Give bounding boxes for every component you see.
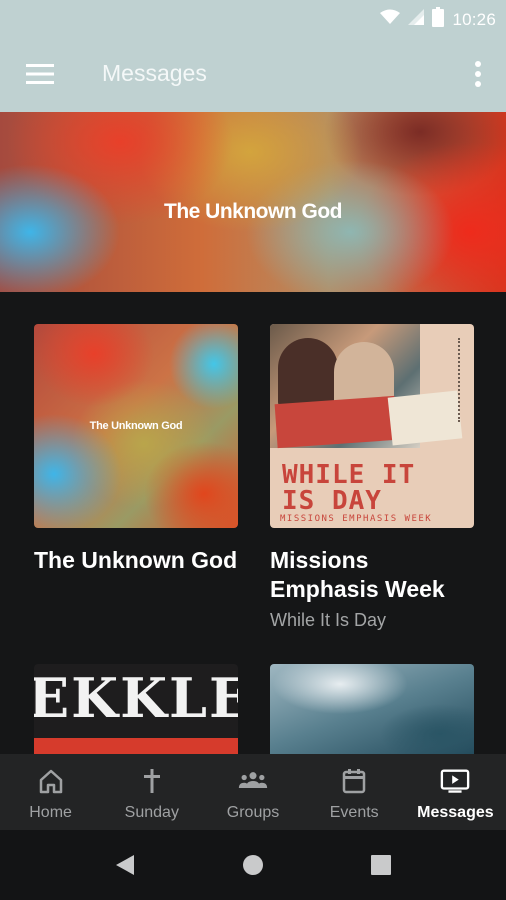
overflow-menu-button[interactable] <box>472 60 484 88</box>
back-button[interactable] <box>114 854 136 881</box>
note-paper <box>387 390 463 446</box>
tv-icon <box>440 766 470 796</box>
recents-square-icon <box>371 855 391 875</box>
nav-item-groups[interactable]: Groups <box>202 754 303 830</box>
decorative-vertical-text <box>458 338 468 422</box>
thumbnail-text: EKKLE <box>34 666 238 730</box>
series-thumbnail: WHILE IT IS DAY MISSIONS EMPHASIS WEEK <box>270 324 474 528</box>
nav-label: Messages <box>417 804 494 821</box>
nav-label: Home <box>29 804 72 821</box>
nav-item-sunday[interactable]: Sunday <box>101 754 202 830</box>
series-card[interactable]: EKKLE <box>34 664 238 754</box>
home-button[interactable] <box>242 854 264 881</box>
series-card[interactable]: WHILE IT IS DAY MISSIONS EMPHASIS WEEK M… <box>270 324 474 631</box>
hamburger-icon <box>26 64 54 84</box>
featured-banner[interactable]: The Unknown God <box>0 112 506 292</box>
menu-button[interactable] <box>26 62 54 86</box>
series-thumbnail <box>270 664 474 754</box>
series-title: Missions Emphasis Week <box>270 547 445 602</box>
series-thumbnail: The Unknown God <box>34 324 238 528</box>
recents-button[interactable] <box>370 854 392 881</box>
series-title: The Unknown God <box>34 547 238 573</box>
status-bar: 10:26 <box>0 0 506 36</box>
thumbnail-subline: MISSIONS EMPHASIS WEEK <box>280 514 433 524</box>
nav-label: Events <box>329 804 379 821</box>
cross-icon <box>137 766 167 796</box>
nav-label: Groups <box>226 804 280 821</box>
series-thumbnail: EKKLE <box>34 664 238 754</box>
series-card[interactable]: The Unknown God The Unknown God <box>34 324 238 575</box>
thumbnail-headline-2: IS DAY <box>282 486 382 516</box>
nav-item-events[interactable]: Events <box>304 754 405 830</box>
signal-icon <box>408 9 425 30</box>
series-card[interactable] <box>270 664 474 754</box>
system-navigation-bar <box>0 830 506 900</box>
series-subtitle: While It Is Day <box>270 610 387 630</box>
home-icon <box>36 766 66 796</box>
bottom-navigation: Home Sunday Groups Events Messages <box>0 754 506 830</box>
nav-item-messages[interactable]: Messages <box>405 754 506 830</box>
app-bar: Messages <box>0 36 506 112</box>
back-triangle-icon <box>116 855 134 875</box>
nav-label: Sunday <box>124 804 179 821</box>
thumbnail-text: The Unknown God <box>89 420 183 432</box>
more-vert-icon <box>475 61 481 87</box>
featured-title: The Unknown God <box>164 200 342 223</box>
home-circle-icon <box>243 855 263 875</box>
wifi-icon <box>380 9 401 30</box>
calendar-icon <box>339 766 369 796</box>
nav-item-home[interactable]: Home <box>0 754 101 830</box>
battery-icon <box>432 7 445 32</box>
page-title: Messages <box>102 60 207 86</box>
groups-icon <box>238 766 268 796</box>
status-time: 10:26 <box>452 9 496 29</box>
